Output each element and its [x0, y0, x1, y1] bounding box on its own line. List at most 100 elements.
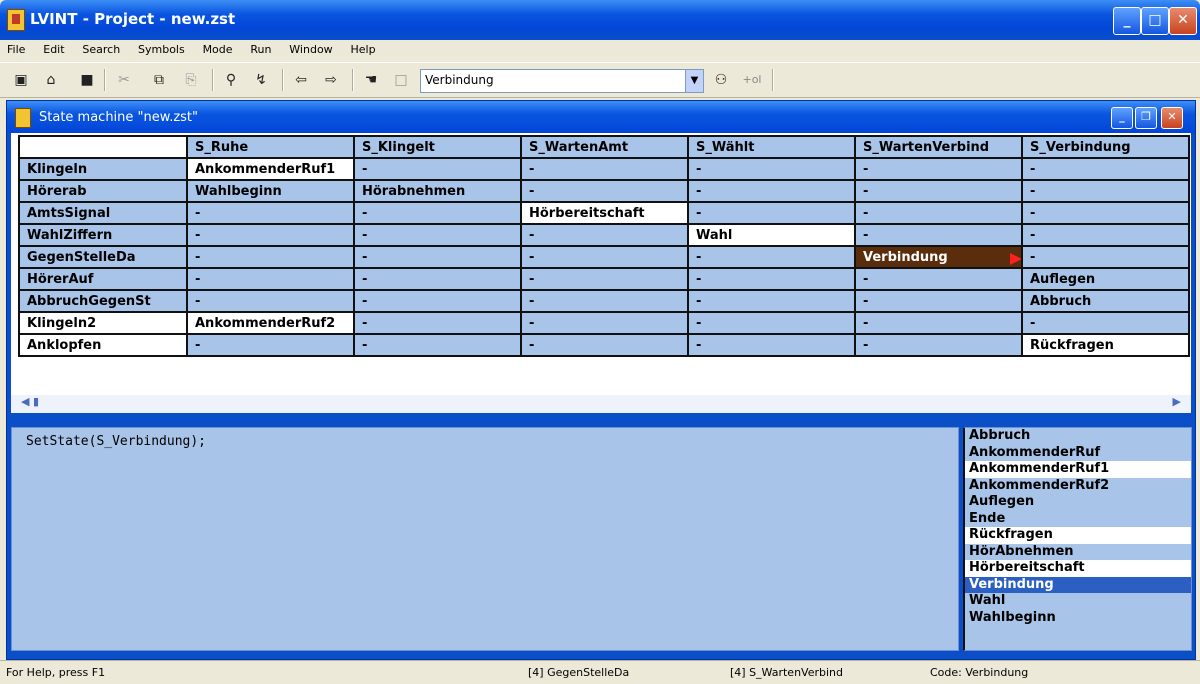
open-folder-icon[interactable]: ⌂: [42, 71, 60, 89]
forward-arrow-icon[interactable]: ⇨: [322, 71, 340, 89]
list-item[interactable]: Rückfragen: [965, 527, 1191, 544]
table-cell[interactable]: -: [1021, 245, 1190, 269]
table-cell[interactable]: -: [520, 311, 689, 335]
table-cell[interactable]: -: [687, 289, 856, 313]
table-cell[interactable]: AnkommenderRuf2: [186, 311, 355, 335]
table-cell[interactable]: Abbruch: [1021, 289, 1190, 313]
table-cell[interactable]: AnkommenderRuf1: [186, 157, 355, 181]
list-item[interactable]: Wahl: [965, 593, 1191, 610]
row-header[interactable]: WahlZiffern: [18, 223, 188, 247]
list-item[interactable]: HörAbnehmen: [965, 544, 1191, 561]
row-header[interactable]: AmtsSignal: [18, 201, 188, 225]
new-file-icon[interactable]: ▣: [12, 71, 30, 89]
table-cell[interactable]: -: [186, 267, 355, 291]
list-item[interactable]: AnkommenderRuf1: [965, 461, 1191, 478]
save-icon[interactable]: ■: [78, 71, 96, 89]
table-cell[interactable]: Wahlbeginn: [186, 179, 355, 203]
table-cell[interactable]: -: [687, 201, 856, 225]
blank-doc-icon[interactable]: □: [392, 71, 410, 89]
table-cell[interactable]: -: [854, 289, 1023, 313]
menu-window[interactable]: Window: [282, 40, 339, 56]
column-header[interactable]: S_Ruhe: [186, 135, 355, 159]
close-button[interactable]: ✕: [1169, 7, 1197, 35]
table-cell[interactable]: -: [687, 311, 856, 335]
menu-search[interactable]: Search: [75, 40, 127, 56]
row-header[interactable]: HörerAuf: [18, 267, 188, 291]
action-combo[interactable]: Verbindung ▼: [420, 69, 704, 93]
row-header[interactable]: Klingeln: [18, 157, 188, 181]
column-header[interactable]: S_WartenVerbind: [854, 135, 1023, 159]
row-header[interactable]: AbbruchGegenSt: [18, 289, 188, 313]
horizontal-scrollbar[interactable]: ◀ ▮ ▶: [11, 395, 1191, 413]
column-header[interactable]: S_Klingelt: [353, 135, 522, 159]
column-header[interactable]: S_WartenAmt: [520, 135, 689, 159]
table-cell[interactable]: -: [687, 245, 856, 269]
table-cell[interactable]: -: [186, 289, 355, 313]
list-item[interactable]: Abbruch: [965, 428, 1191, 445]
minimize-button[interactable]: _: [1113, 7, 1141, 35]
hand-icon[interactable]: ☚: [362, 71, 380, 89]
paste-icon[interactable]: ⎘: [182, 71, 200, 89]
table-cell[interactable]: -: [186, 245, 355, 269]
table-cell[interactable]: -: [186, 333, 355, 357]
table-cell[interactable]: -: [186, 201, 355, 225]
table-cell[interactable]: -: [520, 157, 689, 181]
inner-close-button[interactable]: ✕: [1161, 107, 1183, 129]
table-cell[interactable]: -: [1021, 179, 1190, 203]
table-cell[interactable]: -: [353, 333, 522, 357]
menu-mode[interactable]: Mode: [196, 40, 240, 56]
table-cell[interactable]: -: [854, 267, 1023, 291]
column-header[interactable]: S_Verbindung: [1021, 135, 1190, 159]
table-cell[interactable]: -: [687, 179, 856, 203]
table-cell[interactable]: -: [687, 157, 856, 181]
zoom-label[interactable]: +ol: [738, 71, 766, 89]
table-cell[interactable]: -: [854, 179, 1023, 203]
list-item[interactable]: AnkommenderRuf2: [965, 478, 1191, 495]
table-cell[interactable]: -: [353, 201, 522, 225]
column-header[interactable]: S_Wählt: [687, 135, 856, 159]
table-cell[interactable]: -: [353, 245, 522, 269]
list-item[interactable]: Wahlbeginn: [965, 610, 1191, 627]
menu-file[interactable]: File: [0, 40, 32, 56]
table-cell[interactable]: -: [353, 289, 522, 313]
table-cell[interactable]: -: [687, 333, 856, 357]
table-cell[interactable]: -: [854, 311, 1023, 335]
find-icon[interactable]: ⚲: [222, 71, 240, 89]
table-cell[interactable]: -: [353, 267, 522, 291]
table-cell[interactable]: -: [1021, 201, 1190, 225]
scroll-right-icon[interactable]: ▶: [1173, 395, 1181, 408]
binoculars-icon[interactable]: ⚇: [712, 71, 730, 89]
table-cell[interactable]: -: [854, 223, 1023, 247]
row-header[interactable]: Hörerab: [18, 179, 188, 203]
menu-help[interactable]: Help: [344, 40, 383, 56]
copy-icon[interactable]: ⧉: [150, 71, 168, 89]
table-cell[interactable]: -: [520, 223, 689, 247]
table-cell[interactable]: -: [687, 267, 856, 291]
menu-symbols[interactable]: Symbols: [131, 40, 192, 56]
table-cell[interactable]: Auflegen: [1021, 267, 1190, 291]
table-cell[interactable]: -: [520, 267, 689, 291]
table-cell[interactable]: -: [353, 157, 522, 181]
replace-icon[interactable]: ↯: [252, 71, 270, 89]
table-cell[interactable]: Verbindung: [854, 245, 1023, 269]
code-editor[interactable]: SetState(S_Verbindung);: [11, 427, 959, 651]
row-header[interactable]: Klingeln2: [18, 311, 188, 335]
table-cell[interactable]: -: [520, 333, 689, 357]
row-header[interactable]: Anklopfen: [18, 333, 188, 357]
table-cell[interactable]: Rückfragen: [1021, 333, 1190, 357]
table-cell[interactable]: -: [520, 245, 689, 269]
table-cell[interactable]: -: [1021, 157, 1190, 181]
list-item[interactable]: Ende: [965, 511, 1191, 528]
cut-icon[interactable]: ✂: [115, 71, 133, 89]
list-item[interactable]: Verbindung: [965, 576, 1191, 593]
table-cell[interactable]: -: [353, 223, 522, 247]
table-cell[interactable]: -: [186, 223, 355, 247]
list-item[interactable]: Auflegen: [965, 494, 1191, 511]
table-cell[interactable]: -: [854, 157, 1023, 181]
table-cell[interactable]: -: [353, 311, 522, 335]
table-cell[interactable]: -: [1021, 223, 1190, 247]
table-cell[interactable]: -: [854, 201, 1023, 225]
chevron-down-icon[interactable]: ▼: [685, 70, 703, 92]
inner-minimize-button[interactable]: _: [1111, 107, 1133, 129]
row-header[interactable]: GegenStelleDa: [18, 245, 188, 269]
